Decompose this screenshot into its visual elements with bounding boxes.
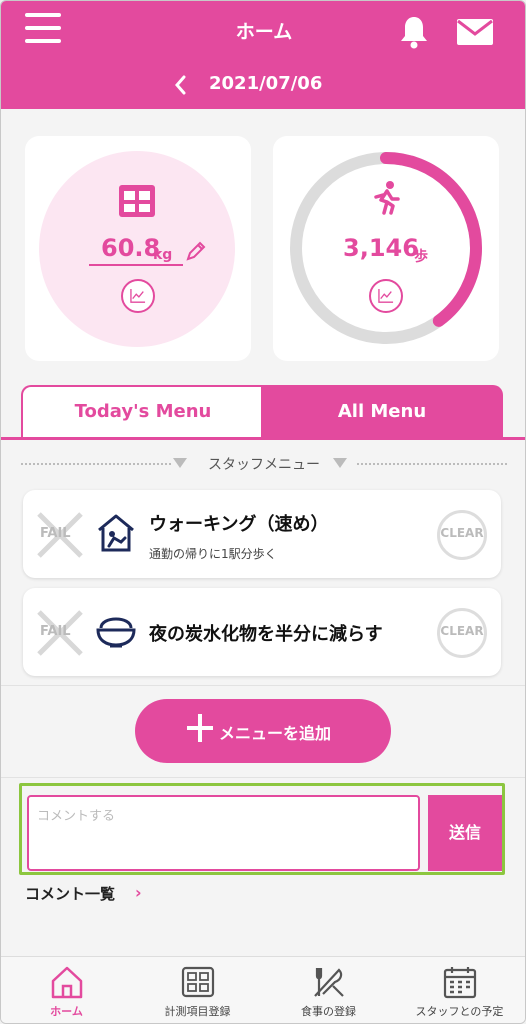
- mail-icon[interactable]: [457, 19, 493, 45]
- pencil-icon[interactable]: [185, 240, 207, 262]
- fail-button[interactable]: FAIL: [35, 510, 85, 560]
- tab-all-menu[interactable]: All Menu: [261, 385, 503, 439]
- divider: [1, 777, 525, 778]
- scale-icon: [181, 966, 215, 998]
- bottom-nav: ホーム 計測項目登録 食事の登録 スタッフとの予定: [1, 956, 525, 1023]
- clear-button[interactable]: CLEAR: [437, 510, 487, 560]
- calendar-icon: [443, 967, 477, 999]
- add-menu-label: メニューを追加: [219, 724, 332, 743]
- fork-knife-icon: [314, 968, 344, 997]
- chevron-left-icon[interactable]: [171, 73, 191, 97]
- nav-label: ホーム: [50, 1005, 83, 1018]
- comment-list-link[interactable]: コメント一覧: [25, 883, 115, 904]
- steps-graph-button[interactable]: [369, 279, 403, 313]
- nav-schedule[interactable]: スタッフとの予定: [394, 957, 525, 1023]
- comment-input[interactable]: [27, 795, 420, 871]
- menu-item[interactable]: FAIL 夜の炭水化物を半分に減らす CLEAR: [23, 588, 501, 676]
- nav-home[interactable]: ホーム: [1, 957, 132, 1023]
- scale-icon: [119, 185, 155, 217]
- menu-title: 夜の炭水化物を半分に減らす: [149, 624, 383, 645]
- fail-button[interactable]: FAIL: [35, 608, 85, 658]
- bell-icon[interactable]: [399, 15, 429, 49]
- dotted-divider: [357, 463, 507, 465]
- app-header: ホーム 2021/07/06: [1, 1, 525, 109]
- fail-label: FAIL: [40, 526, 71, 541]
- clear-label: CLEAR: [440, 624, 484, 638]
- weight-value: 60.8: [101, 234, 161, 262]
- commute-house-icon: [98, 514, 134, 552]
- page-title: ホーム: [235, 21, 293, 43]
- fail-label: FAIL: [40, 624, 71, 639]
- divider: [1, 685, 525, 686]
- chevron-right-icon[interactable]: ›: [135, 883, 142, 902]
- line-chart-icon: [378, 288, 394, 303]
- current-date: 2021/07/06: [209, 73, 323, 94]
- nav-meal[interactable]: 食事の登録: [263, 957, 394, 1023]
- section-header: スタッフメニュー: [21, 453, 507, 475]
- menu-item[interactable]: FAIL ウォーキング（速め） 通勤の帰りに1駅分歩く CLEAR: [23, 490, 501, 578]
- plus-icon: [187, 714, 213, 742]
- menu-subtitle: 通勤の帰りに1駅分歩く: [149, 547, 277, 561]
- clear-label: CLEAR: [440, 526, 484, 540]
- app-screen: ホーム 2021/07/06 60.8 kg 3,146 歩 Today's M…: [0, 0, 526, 1024]
- comment-box: 送信: [19, 783, 505, 875]
- date-navigator: 2021/07/06: [1, 71, 525, 101]
- tab-todays-menu[interactable]: Today's Menu: [21, 385, 263, 439]
- weight-graph-button[interactable]: [121, 279, 155, 313]
- nav-label: 食事の登録: [301, 1005, 356, 1018]
- add-menu-button[interactable]: メニューを追加: [135, 699, 391, 763]
- nav-label: スタッフとの予定: [415, 1005, 504, 1018]
- menu-title: ウォーキング（速め）: [149, 514, 329, 535]
- home-icon: [51, 966, 83, 999]
- clear-button[interactable]: CLEAR: [437, 608, 487, 658]
- weight-unit: kg: [153, 247, 173, 263]
- nav-measurement[interactable]: 計測項目登録: [132, 957, 263, 1023]
- weight-card[interactable]: 60.8 kg: [25, 136, 251, 361]
- steps-card[interactable]: 3,146 歩: [273, 136, 499, 361]
- runner-icon: [374, 181, 400, 215]
- send-button[interactable]: 送信: [428, 795, 502, 871]
- line-chart-icon: [130, 288, 146, 303]
- triangle-down-icon: [333, 458, 347, 468]
- menu-tabs: Today's Menu All Menu: [21, 385, 503, 439]
- steps-unit: 歩: [414, 249, 428, 265]
- tab-underline: [1, 437, 525, 440]
- steps-value: 3,146: [343, 234, 419, 262]
- nav-label: 計測項目登録: [164, 1005, 231, 1018]
- rice-bowl-icon: [96, 617, 136, 648]
- weight-underline: [89, 264, 183, 266]
